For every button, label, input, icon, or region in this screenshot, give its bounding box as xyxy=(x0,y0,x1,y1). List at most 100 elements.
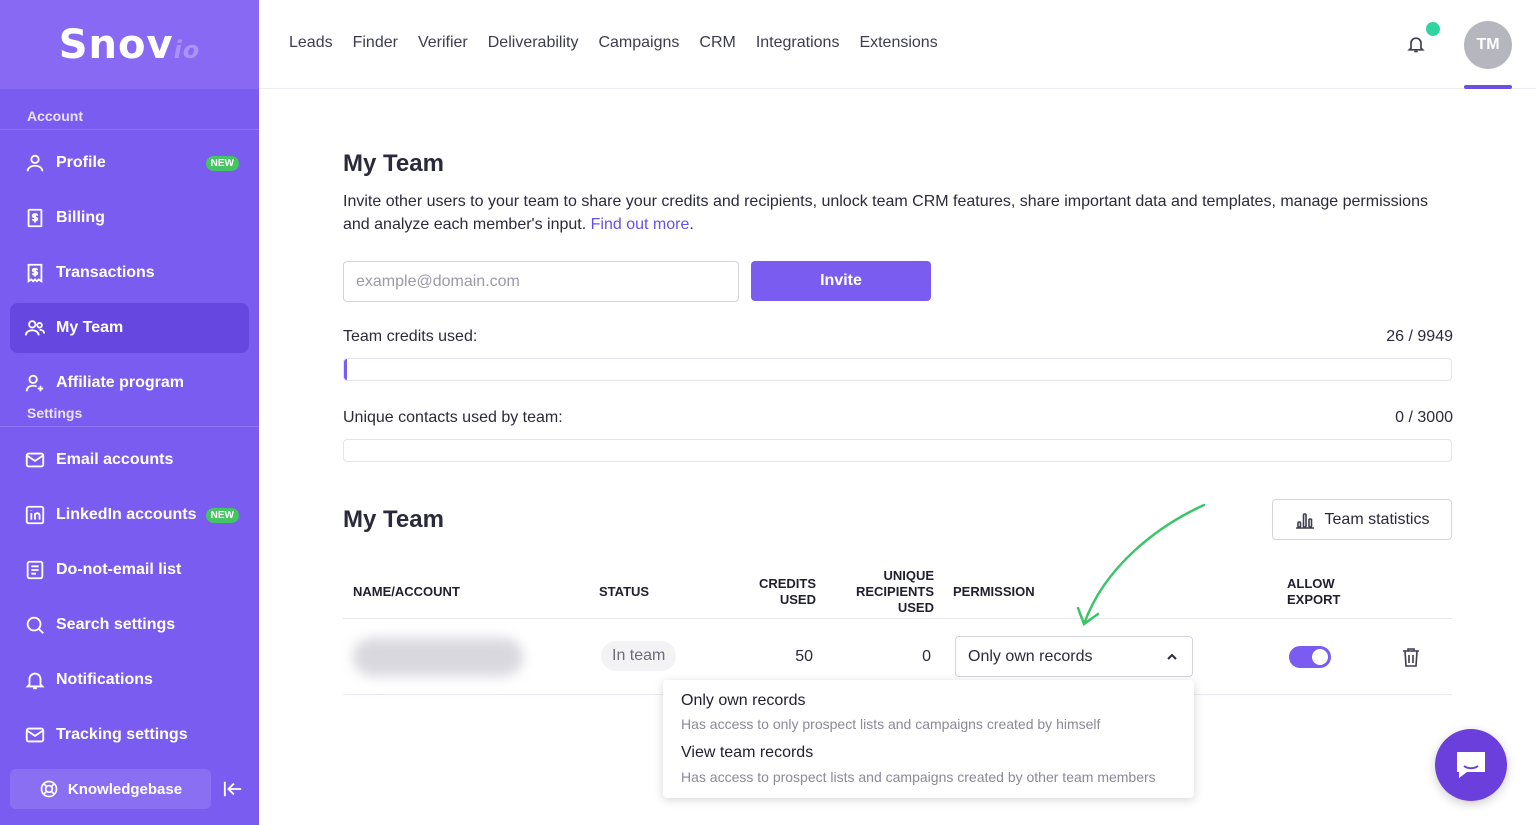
chat-button[interactable] xyxy=(1435,729,1507,801)
sidebar-item-label: Tracking settings xyxy=(56,726,188,743)
team-statistics-button[interactable]: Team statistics xyxy=(1272,499,1452,540)
option-description: Has access to only prospect lists and ca… xyxy=(681,716,1101,732)
user-plus-icon xyxy=(24,372,46,394)
nav-campaigns[interactable]: Campaigns xyxy=(598,34,679,52)
nav-leads[interactable]: Leads xyxy=(289,34,333,52)
option-title: Only own records xyxy=(681,692,806,709)
logo[interactable]: Snovio xyxy=(0,0,259,89)
sidebar-item-search-settings[interactable]: Search settings xyxy=(10,600,249,650)
delete-member-icon[interactable] xyxy=(1401,646,1421,668)
contacts-value: 0 / 3000 xyxy=(1395,409,1453,426)
section-label-account: Account xyxy=(0,102,259,130)
linkedin-icon xyxy=(24,504,46,526)
find-out-more-link[interactable]: Find out more xyxy=(591,216,690,233)
credits-used-cell: 50 xyxy=(795,648,813,665)
knowledgebase-button[interactable]: Knowledgebase xyxy=(10,769,211,809)
status-badge: In team xyxy=(601,641,677,671)
bell-icon xyxy=(24,669,46,691)
unique-used-cell: 0 xyxy=(922,648,931,665)
list-icon xyxy=(24,559,46,581)
sidebar-item-label: Email accounts xyxy=(56,451,174,468)
user-icon xyxy=(24,152,46,174)
billing-icon xyxy=(24,207,46,229)
nav-finder[interactable]: Finder xyxy=(353,34,398,52)
sidebar-item-do-not-email-list[interactable]: Do-not-email list xyxy=(10,545,249,595)
sidebar-item-my-team[interactable]: My Team xyxy=(10,303,249,353)
new-badge: NEW xyxy=(205,155,239,171)
allow-export-toggle[interactable] xyxy=(1289,646,1331,668)
sidebar-bottom-bar: Knowledgebase xyxy=(0,751,259,825)
sidebar-item-label: Billing xyxy=(56,209,105,226)
top-navbar: Leads Finder Verifier Deliverability Cam… xyxy=(259,0,1536,89)
sidebar-item-label: Transactions xyxy=(56,264,155,281)
sidebar-item-label: Profile xyxy=(56,154,106,171)
sidebar: Snovio Account Profile NEW Billing Trans… xyxy=(0,0,259,825)
member-name-blurred xyxy=(353,638,523,676)
sidebar-item-affiliate-program[interactable]: Affiliate program xyxy=(10,358,249,408)
notification-dot xyxy=(1426,22,1440,36)
nav-extensions[interactable]: Extensions xyxy=(859,34,937,52)
new-badge: NEW xyxy=(205,507,239,523)
th-allow-export: ALLOW EXPORT xyxy=(1287,576,1341,607)
sidebar-item-label: LinkedIn accounts xyxy=(56,506,197,523)
nav-integrations[interactable]: Integrations xyxy=(756,34,840,52)
avatar[interactable]: TM xyxy=(1464,21,1512,69)
page-title: My Team xyxy=(343,150,444,177)
contacts-label: Unique contacts used by team: xyxy=(343,409,563,426)
brand-suffix: io xyxy=(173,35,201,64)
invite-email-input[interactable] xyxy=(343,261,739,302)
credits-value: 26 / 9949 xyxy=(1386,328,1453,345)
th-credits-used: CREDITS USED xyxy=(758,576,816,607)
description-text: Invite other users to your team to share… xyxy=(343,193,1428,233)
annotation-arrow xyxy=(1076,503,1206,626)
search-icon xyxy=(24,614,46,636)
lifebuoy-icon xyxy=(40,780,58,798)
sidebar-item-billing[interactable]: Billing xyxy=(10,193,249,243)
receipt-icon xyxy=(24,262,46,284)
notification-bell-icon[interactable] xyxy=(1406,33,1426,55)
sidebar-item-notifications[interactable]: Notifications xyxy=(10,655,249,705)
nav-verifier[interactable]: Verifier xyxy=(418,34,468,52)
table-header-divider xyxy=(343,618,1452,619)
team-icon xyxy=(24,317,46,339)
credits-progress-bar xyxy=(343,358,1452,381)
sidebar-item-label: Search settings xyxy=(56,616,176,633)
top-nav: Leads Finder Verifier Deliverability Cam… xyxy=(289,34,938,52)
option-title: View team records xyxy=(681,744,814,761)
toggle-knob xyxy=(1312,649,1328,665)
chat-icon xyxy=(1457,752,1485,778)
page-description: Invite other users to your team to share… xyxy=(343,193,1428,233)
brand-name: Snov xyxy=(58,21,174,68)
envelope-icon xyxy=(24,449,46,471)
permission-select[interactable]: Only own records xyxy=(955,636,1193,677)
sidebar-item-label: My Team xyxy=(56,319,124,336)
knowledgebase-label: Knowledgebase xyxy=(67,780,183,798)
team-section-title: My Team xyxy=(343,506,444,533)
sidebar-item-label: Notifications xyxy=(56,671,153,688)
th-status: STATUS xyxy=(599,584,650,599)
th-name: NAME/ACCOUNT xyxy=(353,584,460,599)
permission-dropdown: Only own records Has access to only pros… xyxy=(663,680,1194,798)
nav-crm[interactable]: CRM xyxy=(699,34,735,52)
credits-label: Team credits used: xyxy=(343,328,478,345)
sidebar-item-linkedin-accounts[interactable]: LinkedIn accounts NEW xyxy=(10,490,249,540)
th-permission: PERMISSION xyxy=(953,584,1035,599)
permission-selected-value: Only own records xyxy=(968,647,1093,665)
sidebar-item-email-accounts[interactable]: Email accounts xyxy=(10,435,249,485)
sidebar-item-label: Do-not-email list xyxy=(56,561,182,578)
th-unique-recipients: UNIQUE RECIPIENTS USED xyxy=(855,568,934,615)
sidebar-item-label: Affiliate program xyxy=(56,374,185,391)
collapse-sidebar-icon[interactable] xyxy=(222,779,244,799)
bar-chart-icon xyxy=(1295,512,1314,529)
nav-deliverability[interactable]: Deliverability xyxy=(488,34,579,52)
sidebar-item-transactions[interactable]: Transactions xyxy=(10,248,249,298)
team-statistics-label: Team statistics xyxy=(1324,510,1430,528)
invite-button[interactable]: Invite xyxy=(751,261,931,301)
sidebar-item-profile[interactable]: Profile NEW xyxy=(10,138,249,188)
chevron-up-icon xyxy=(1167,653,1177,660)
contacts-progress-bar xyxy=(343,439,1452,462)
avatar-active-indicator xyxy=(1464,85,1512,89)
credits-progress-fill xyxy=(344,359,347,380)
tracking-icon xyxy=(24,724,46,746)
option-description: Has access to prospect lists and campaig… xyxy=(681,769,1156,785)
